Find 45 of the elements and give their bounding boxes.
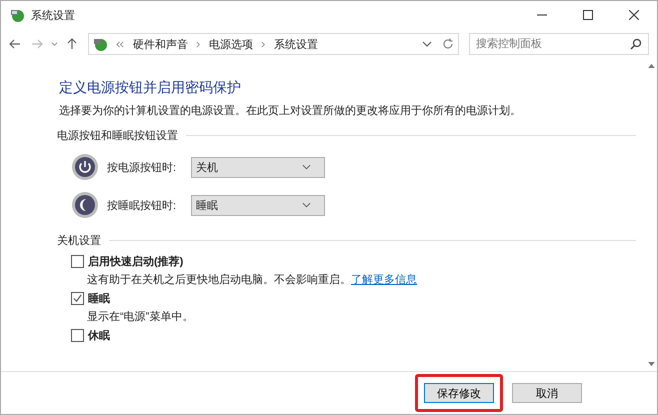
maximize-icon (583, 10, 593, 20)
option-label: 睡眠 (88, 292, 110, 306)
checkbox[interactable] (71, 255, 84, 268)
scroll-down-icon[interactable] (648, 362, 655, 367)
close-icon (629, 10, 639, 20)
control-panel-icon (92, 36, 108, 52)
chevron-down-icon (302, 202, 311, 208)
chevron-right-icon (261, 40, 266, 48)
power-icon (71, 153, 99, 181)
chevron-down-icon[interactable] (422, 41, 432, 47)
checkbox[interactable] (71, 329, 84, 342)
intro-text: 选择要为你的计算机设置的电源设置。在此页上对设置所做的更改将应用于你所有的电源计划。 (59, 104, 522, 118)
refresh-icon (442, 38, 454, 50)
field-label: 按睡眠按钮时: (107, 198, 178, 212)
section-title: 关机设置 (57, 234, 101, 248)
option-label: 启用快速启动(推荐) (88, 254, 184, 269)
back-arrow-icon[interactable] (9, 38, 21, 50)
section-title: 电源按钮和睡眠按钮设置 (57, 129, 178, 143)
chevron-right-icon (196, 40, 201, 48)
refresh-button[interactable] (437, 33, 459, 55)
address-bar[interactable]: 硬件和声音 电源选项 系统设置 (88, 33, 438, 55)
chevron-down-icon (302, 164, 311, 170)
learn-more-link[interactable]: 了解更多信息 (351, 274, 417, 286)
moon-icon (71, 191, 99, 219)
dropdown[interactable]: 睡眠 (191, 194, 325, 216)
up-arrow-icon[interactable] (66, 38, 78, 50)
dialog-button[interactable]: 取消 (512, 383, 582, 403)
search-icon (630, 38, 642, 50)
option-description: 这有助于在关机之后更快地启动电脑。不会影响重启。 (87, 274, 351, 286)
page-heading: 定义电源按钮并启用密码保护 (59, 79, 242, 97)
checkbox[interactable] (71, 292, 84, 305)
scroll-up-icon[interactable] (648, 63, 655, 68)
dialog-button[interactable]: 保存修改 (424, 383, 494, 403)
app-icon (9, 7, 25, 23)
field-label: 按电源按钮时: (107, 160, 178, 174)
search-field[interactable]: 搜索控制面板 (469, 33, 649, 55)
option-description: 显示在“电源”菜单中。 (87, 311, 194, 323)
window-title: 系统设置 (31, 8, 75, 22)
breadcrumb-item[interactable]: 系统设置 (274, 36, 318, 52)
chevron-down-icon[interactable] (51, 42, 58, 46)
dropdown[interactable]: 关机 (191, 156, 325, 178)
breadcrumb-item[interactable]: 电源选项 (209, 36, 253, 52)
double-chevron-icon (116, 40, 125, 48)
breadcrumb-item[interactable]: 硬件和声音 (133, 36, 188, 52)
option-label: 休眠 (88, 329, 110, 343)
